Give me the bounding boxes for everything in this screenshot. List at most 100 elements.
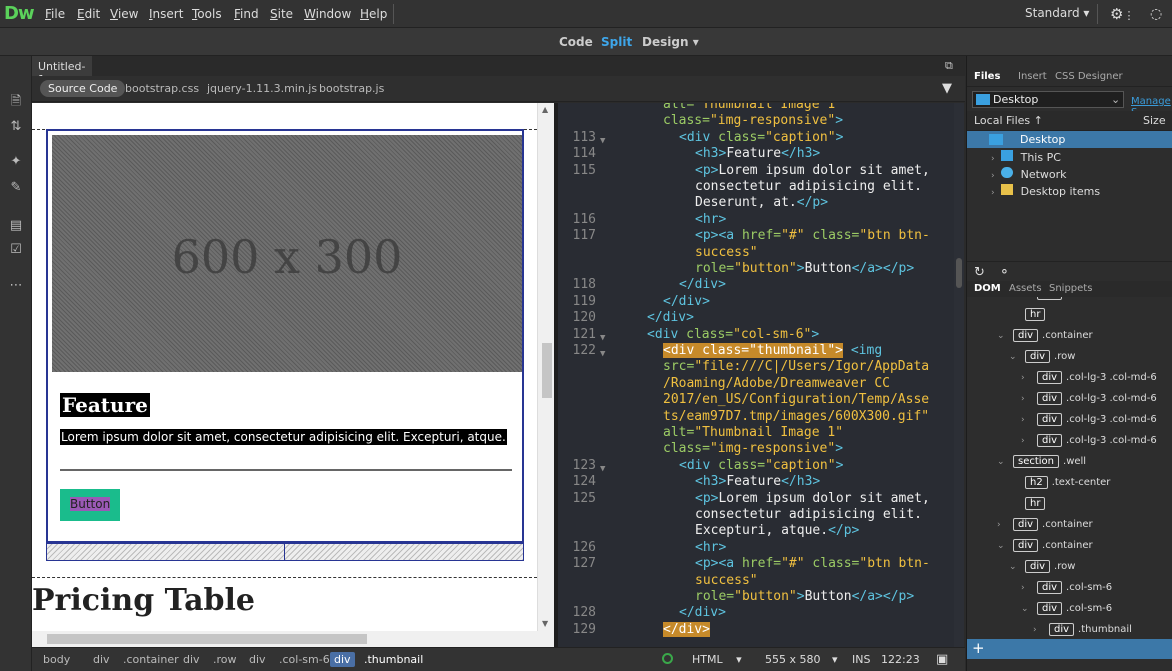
related-file-jquery[interactable]: jquery-1.11.3.min.js bbox=[207, 82, 317, 95]
code-line[interactable]: src="file:///C|/Users/Igor/AppData bbox=[663, 359, 929, 375]
design-horizontal-scrollbar[interactable] bbox=[32, 631, 554, 647]
code-line[interactable]: <p><a href="#" class="btn btn- bbox=[695, 228, 930, 244]
tag-selector-container[interactable]: .container bbox=[123, 653, 179, 666]
tag-selector-div-selected[interactable]: div bbox=[330, 652, 355, 667]
brush-icon[interactable]: ✎ bbox=[8, 180, 24, 196]
code-scrollbar[interactable] bbox=[954, 103, 964, 647]
scroll-up-icon[interactable]: ▲ bbox=[542, 105, 548, 114]
chevron-right-icon[interactable] bbox=[1009, 478, 1019, 488]
tag-selector-div[interactable]: div bbox=[183, 653, 200, 666]
dom-node[interactable]: › div .thumbnail bbox=[1033, 623, 1132, 636]
live-preview-icon[interactable]: ▣ bbox=[936, 652, 948, 667]
scrollbar-thumb[interactable] bbox=[47, 634, 367, 644]
menu-view[interactable]: View bbox=[110, 7, 138, 21]
feature-paragraph[interactable]: Lorem ipsum dolor sit amet, consectetur … bbox=[60, 429, 507, 445]
related-file-bootstrap-js[interactable]: bootstrap.js bbox=[319, 82, 384, 95]
comment-icon[interactable]: ▤ bbox=[8, 218, 24, 234]
code-line[interactable]: /Roaming/Adobe/Dreamweaver CC bbox=[663, 376, 890, 392]
dom-node[interactable]: ⌄ div .container bbox=[997, 539, 1093, 552]
menu-tools[interactable]: Tools bbox=[192, 7, 222, 21]
code-view[interactable]: alt="Thumbnail Image 1" class="img-respon… bbox=[558, 103, 964, 647]
tree-item-desktop[interactable]: Desktop bbox=[967, 131, 1172, 148]
tab-files[interactable]: Files bbox=[974, 71, 1000, 82]
chevron-right-icon[interactable] bbox=[1009, 310, 1019, 320]
restore-icon[interactable]: ⧉ bbox=[945, 59, 953, 73]
more-icon[interactable]: ⋯ bbox=[8, 278, 24, 294]
dom-node[interactable]: › div .col-lg-3 .col-md-6 bbox=[1021, 371, 1157, 384]
code-line[interactable]: class="img-responsive"> bbox=[663, 113, 843, 129]
code-line[interactable]: consectetur adipisicing elit. bbox=[695, 507, 922, 523]
sync-icon[interactable]: ◌ bbox=[1150, 6, 1162, 22]
tag-selector-body[interactable]: body bbox=[43, 653, 70, 666]
chevron-right-icon[interactable]: › bbox=[997, 520, 1007, 530]
dom-node[interactable]: ⌄ div .row bbox=[1009, 560, 1075, 573]
tab-css-designer[interactable]: CSS Designer bbox=[1055, 71, 1123, 82]
code-line[interactable]: </div> bbox=[679, 605, 726, 621]
code-line[interactable]: alt="Thumbnail Image 1" bbox=[663, 103, 843, 113]
code-line[interactable]: <div class="caption"> bbox=[679, 458, 843, 474]
tree-item-desktop-items[interactable]: › Desktop items bbox=[991, 184, 1100, 198]
code-line[interactable]: </div> bbox=[679, 277, 726, 293]
chevron-right-icon[interactable]: › bbox=[1021, 436, 1031, 446]
scroll-down-icon[interactable]: ▼ bbox=[542, 619, 548, 628]
design-view-button[interactable]: Design ▾ bbox=[642, 35, 699, 49]
tag-selector-div[interactable]: div bbox=[249, 653, 266, 666]
code-line[interactable]: <div class="caption"> bbox=[679, 130, 843, 146]
validate-icon[interactable]: ☑ bbox=[8, 242, 24, 258]
tab-dom[interactable]: DOM bbox=[974, 283, 1001, 294]
code-line[interactable]: <hr> bbox=[695, 212, 726, 228]
window-size-select[interactable]: 555 x 580 ▾ bbox=[765, 653, 838, 666]
filter-icon[interactable]: ▼ bbox=[942, 81, 952, 96]
dom-node[interactable]: › div .col-lg-3 .col-md-6 bbox=[1021, 413, 1157, 426]
code-line[interactable]: </div> bbox=[663, 294, 710, 310]
fold-toggle-icon[interactable]: ▼ bbox=[600, 346, 605, 362]
chevron-down-icon[interactable]: ⌄ bbox=[997, 541, 1007, 551]
code-line[interactable]: 2017/en_US/Configuration/Temp/Asse bbox=[663, 392, 929, 408]
feature-heading[interactable]: Feature bbox=[60, 393, 150, 417]
scrollbar-thumb[interactable] bbox=[956, 258, 962, 288]
code-line[interactable]: success" bbox=[695, 573, 758, 589]
dom-node[interactable]: h2 .text-center bbox=[1009, 476, 1110, 489]
dom-node[interactable]: › div .col-sm-6 bbox=[1021, 581, 1112, 594]
pricing-heading[interactable]: Pricing Table bbox=[32, 583, 255, 618]
dom-node[interactable]: ⌄ div .row bbox=[1009, 350, 1075, 363]
dom-node[interactable]: hr bbox=[1009, 497, 1049, 510]
dom-node[interactable]: hr bbox=[1009, 308, 1049, 321]
fold-toggle-icon[interactable]: ▼ bbox=[600, 133, 605, 149]
chevron-right-icon[interactable]: › bbox=[1021, 394, 1031, 404]
related-file-bootstrap-css[interactable]: bootstrap.css bbox=[125, 82, 199, 95]
code-line[interactable]: <h3>Feature</h3> bbox=[695, 474, 820, 490]
tab-untitled-1[interactable]: Untitled-1 bbox=[32, 56, 92, 86]
code-line[interactable]: role="button">Button</a></p> bbox=[695, 589, 914, 605]
split-view-button[interactable]: Split bbox=[601, 35, 632, 49]
wand-icon[interactable]: ✦ bbox=[8, 154, 24, 170]
code-line[interactable]: consectetur adipisicing elit. bbox=[695, 179, 922, 195]
dom-node[interactable]: › div .col-lg-3 .col-md-6 bbox=[1021, 434, 1157, 447]
sort-icon[interactable]: ⇅ bbox=[8, 119, 24, 135]
dom-node[interactable]: ⌄ section .well bbox=[997, 455, 1086, 468]
menu-window[interactable]: Window bbox=[304, 7, 351, 21]
dom-node[interactable]: › div .col-lg-3 .col-md-6 bbox=[1021, 392, 1157, 405]
dom-node[interactable]: ⌄ div .container bbox=[997, 329, 1093, 342]
code-line[interactable]: <hr> bbox=[695, 540, 726, 556]
tree-item-this-pc[interactable]: › This PC bbox=[991, 150, 1061, 164]
menu-site[interactable]: Site bbox=[270, 7, 293, 21]
language-select[interactable]: HTML ▾ bbox=[692, 653, 742, 666]
code-line[interactable]: <h3>Feature</h3> bbox=[695, 146, 820, 162]
chevron-down-icon[interactable]: ⌄ bbox=[997, 331, 1007, 341]
code-line[interactable]: </div> bbox=[647, 310, 694, 326]
fold-toggle-icon[interactable]: ▼ bbox=[600, 330, 605, 346]
related-file-source-code[interactable]: Source Code bbox=[40, 80, 126, 97]
chevron-right-icon[interactable]: › bbox=[1021, 583, 1031, 593]
dom-node[interactable]: › div.text-center .col-s bbox=[1021, 297, 1154, 300]
chevron-down-icon[interactable]: ⌄ bbox=[1009, 352, 1019, 362]
menu-insert[interactable]: Insert bbox=[149, 7, 183, 21]
code-line[interactable]: <div class="col-sm-6"> bbox=[647, 327, 819, 343]
site-select[interactable]: Desktop ⌄ bbox=[972, 91, 1124, 108]
menu-edit[interactable]: Edit bbox=[77, 7, 100, 21]
dom-node[interactable]: › div .container bbox=[997, 518, 1093, 531]
refresh-icon[interactable]: ↻ bbox=[974, 265, 985, 280]
gear-icon[interactable]: ⚙⋮ bbox=[1110, 5, 1134, 23]
tab-snippets[interactable]: Snippets bbox=[1049, 283, 1092, 294]
design-view[interactable]: 600 x 300 Feature Lorem ipsum dolor sit … bbox=[32, 103, 554, 631]
